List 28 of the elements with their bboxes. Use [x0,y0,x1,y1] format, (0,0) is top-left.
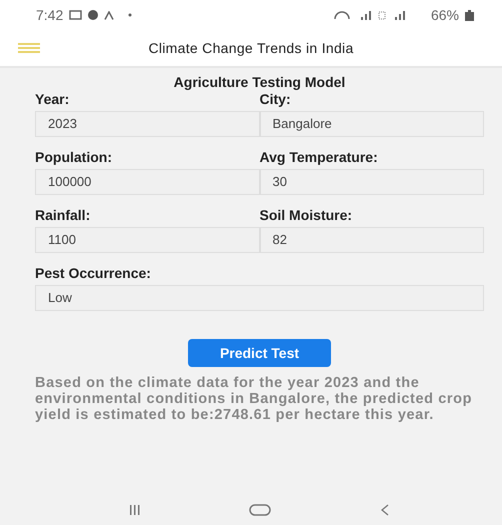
field-label: Population: [35,149,113,165]
home-icon[interactable] [249,504,272,516]
field-label: Pest Occurrence: [35,265,152,281]
field-label: Rainfall: [35,207,92,223]
dot-icon [128,13,132,17]
field-label: Avg Temperature: [260,149,379,165]
result-text: Based on the climate data for the year 2023 and the environmental conditions in Bangalore, the predicted crop yield is estimated to be:2748.61 per hectare this year. [35,375,474,423]
back-icon[interactable] [380,504,390,516]
app-title: Climate Change Trends in India [147,40,355,56]
recent-apps-icon[interactable] [129,505,142,515]
battery-icon [465,10,474,20]
input-field[interactable]: Bangalore [260,111,484,137]
battery-percent: 66% [430,7,459,23]
field-label: Year: [35,91,70,107]
input-field[interactable]: Low [35,285,484,311]
predict-button[interactable]: Predict Test [188,339,332,367]
field-label: City: [260,91,292,107]
circle-icon [88,10,98,20]
gallery-icon [69,10,82,20]
status-time: 7:42 [36,7,64,23]
input-field[interactable]: 1100 [35,227,260,253]
field-label: Soil Moisture: [260,207,354,223]
input-field[interactable]: 30 [260,169,484,195]
form-title: Agriculture Testing Model [172,74,346,90]
input-field[interactable]: 2023 [35,111,260,137]
input-field[interactable]: 100000 [35,169,260,195]
input-field[interactable]: 82 [260,227,484,253]
caret-icon [104,10,114,20]
